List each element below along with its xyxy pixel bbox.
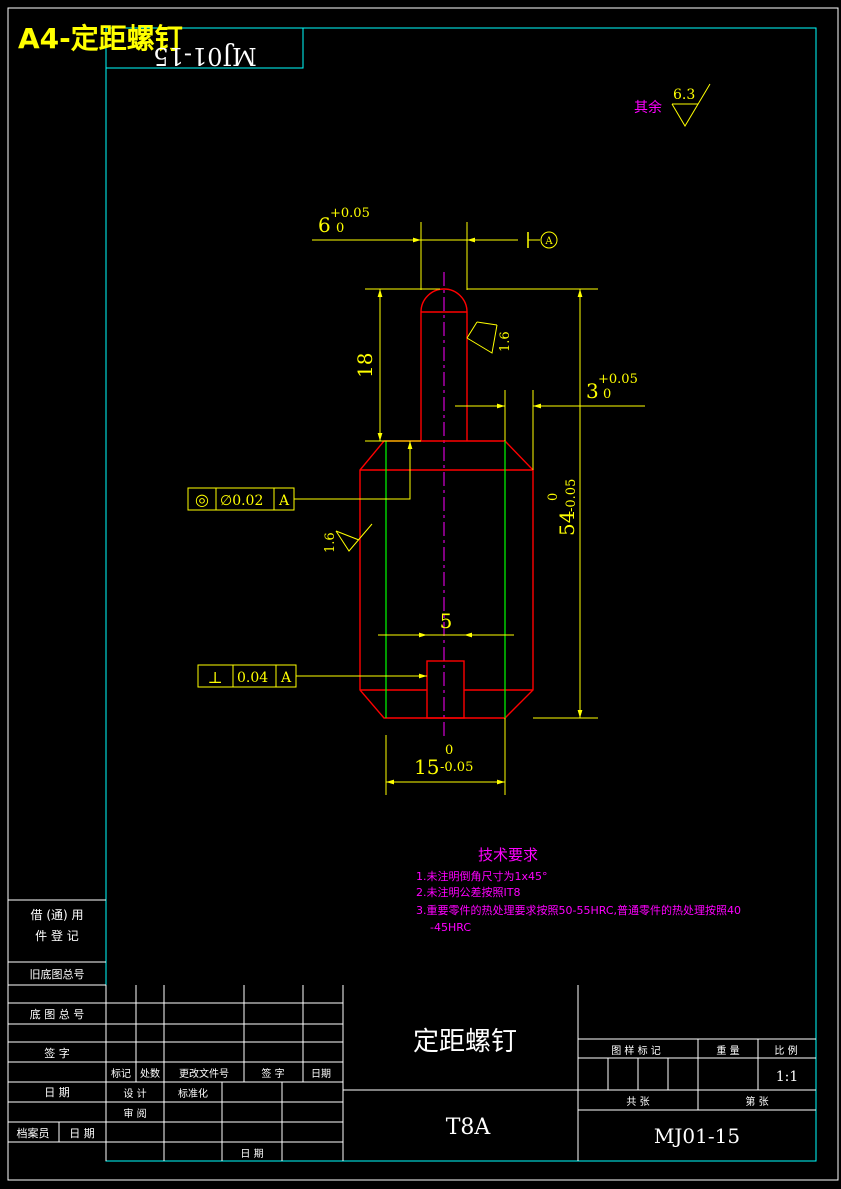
left-sign: 签 字 xyxy=(44,1046,70,1060)
concentricity-symbol: ◎ xyxy=(195,490,209,509)
left-date: 日 期 xyxy=(44,1086,70,1099)
dim-54-lower: -0.05 xyxy=(564,479,579,512)
dim-15-value: 15 xyxy=(414,755,439,779)
dim-15-upper: 0 xyxy=(445,743,453,758)
scale-label: 比 例 xyxy=(774,1044,797,1057)
drawing-no: MJ01-15 xyxy=(654,1124,740,1148)
material: T8A xyxy=(446,1115,492,1140)
roughness-rest-label: 其余 xyxy=(634,99,662,116)
left-date2: 日 期 xyxy=(69,1127,95,1140)
col-doc: 更改文件号 xyxy=(179,1067,229,1080)
dim-5-value: 5 xyxy=(440,609,453,633)
standard-label: 标准化 xyxy=(178,1087,208,1100)
tech-line-3b: -45HRC xyxy=(430,921,471,934)
dim-6-upper: +0.05 xyxy=(330,206,370,221)
scale-value: 1:1 xyxy=(776,1069,799,1085)
tech-line-2: 2.未注明公差按照IT8 xyxy=(416,885,520,899)
part-name: 定距螺钉 xyxy=(413,1027,517,1057)
sheet-no: 第 张 xyxy=(745,1095,768,1108)
dim-6-lower: 0 xyxy=(336,221,344,236)
dim-3 xyxy=(455,390,645,470)
dim-3-lower: 0 xyxy=(603,387,611,402)
dim-3-value: 3 xyxy=(586,379,599,403)
tech-line-1: 1.未注明倒角尺寸为1x45° xyxy=(416,869,548,883)
dim-18-value: 18 xyxy=(353,353,377,378)
dim-54-upper: 0 xyxy=(546,493,561,501)
dim-15-lower: -0.05 xyxy=(440,760,473,775)
left-old-no: 旧底图总号 xyxy=(30,967,85,981)
perpendicularity-datum: A xyxy=(280,670,292,686)
drawing-mark: 图 样 标 记 xyxy=(611,1044,661,1057)
review-label: 审 阅 xyxy=(123,1107,146,1120)
tech-line-3a: 3.重要零件的热处理要求按照50-55HRC,普通零件的热处理按照40 xyxy=(416,903,741,917)
design-label: 设 计 xyxy=(123,1087,146,1100)
sheets-total: 共 张 xyxy=(626,1096,649,1108)
inner-border xyxy=(105,27,817,1162)
col-sign: 签 字 xyxy=(261,1067,284,1080)
weight-label: 重 量 xyxy=(716,1044,739,1057)
dim-6-value: 6 xyxy=(318,213,331,237)
dim-3-upper: +0.05 xyxy=(598,372,638,387)
roughness-side-symbol xyxy=(335,523,373,552)
drawing-sheet: A4-定距螺钉 MJ01-15 其余 6.3 6 +0.05 0 A 18 1.… xyxy=(7,7,839,1181)
concentricity-datum: A xyxy=(278,493,290,509)
left-borrow: 借 (通) 用 xyxy=(31,908,84,922)
perpendicularity-value: 0.04 xyxy=(237,670,268,686)
mirrored-code: MJ01-15 xyxy=(153,42,256,70)
roughness-side-value: 1.6 xyxy=(323,532,338,553)
dim-54-value: 54 xyxy=(555,511,579,536)
roughness-rest-value: 6.3 xyxy=(673,87,695,103)
left-base-no: 底 图 总 号 xyxy=(30,1007,85,1021)
concentricity-value: ∅0.02 xyxy=(220,493,263,509)
col-mark: 标记 xyxy=(111,1068,131,1080)
date-label: 日 期 xyxy=(240,1148,263,1160)
left-borrow2: 件 登 记 xyxy=(35,928,79,943)
roughness-top-symbol xyxy=(466,324,498,354)
tech-title: 技术要求 xyxy=(478,846,538,864)
col-date: 日期 xyxy=(311,1068,331,1080)
perpendicularity-symbol: ⊥ xyxy=(207,668,222,687)
datum-letter: A xyxy=(544,236,553,247)
outer-border xyxy=(7,7,839,1181)
left-archive: 档案员 xyxy=(17,1126,50,1140)
roughness-top-value: 1.6 xyxy=(498,331,513,352)
col-count: 处数 xyxy=(140,1067,160,1080)
